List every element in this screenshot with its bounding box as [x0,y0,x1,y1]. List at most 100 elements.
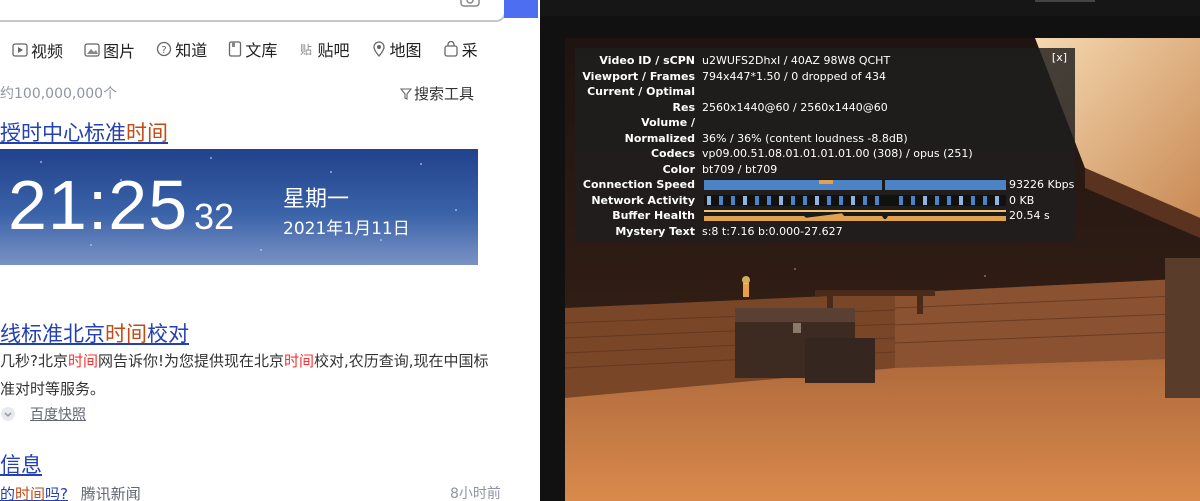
stats-value: 2560x1440@60 / 2560x1440@60 [702,100,888,114]
stats-row: Color bt709 / bt709 [575,162,1075,177]
stats-for-nerds-panel: [x] Video ID / sCPN u2WUFS2DhxI / 40AZ 98… [575,48,1075,242]
stats-row: Buffer Health 20.54 s [575,208,1075,223]
search-button[interactable] [504,0,538,18]
stats-row: Video ID / sCPN u2WUFS2DhxI / 40AZ 98W8 Q… [575,53,1075,68]
search-results-page: 视频 图片 ? 知道 文库 贴 贴吧 地图 采 约100,000,000个 搜索… [0,0,538,501]
stats-key: Viewport / Frames [582,69,695,83]
tab-label: 知道 [175,41,208,60]
stats-key: Video ID / sCPN [599,54,695,67]
snippet-text: 网告诉你!为您提供现在北京 [97,352,284,370]
stats-key: Normalized [624,131,695,145]
stats-key: Res [672,100,695,114]
stats-value: 36% / 36% (content loudness -8.8dB) [702,131,908,145]
stats-row: Res 2560x1440@60 / 2560x1440@60 [575,100,1075,115]
result-count: 约100,000,000个 [0,86,118,102]
stats-row: Current / Optimal [575,84,1075,99]
result-title-info[interactable]: 信息 [0,449,42,479]
tieba-icon: 贴 [300,43,312,57]
svg-text:?: ? [162,45,167,56]
clock-widget: 21:25 32 [0,149,478,265]
search-tools-button[interactable]: 搜索工具 [400,83,474,104]
title-text: 校对 [147,322,189,346]
map-pin-icon [372,41,385,57]
chevron-down-icon[interactable] [0,406,16,422]
stats-row: Mystery Text s:8 t:7.16 b:0.000-27.627 [575,224,1075,239]
svg-text:贴: 贴 [300,43,312,57]
snapshot-link[interactable]: 百度快照 [30,404,86,424]
stats-value: 93226 Kbps [1009,178,1075,191]
tab-label: 贴吧 [317,41,350,60]
snippet-text: 校对,农历查询,现在中国标 [314,352,489,370]
stats-row: Viewport / Frames 794x447*1.50 / 0 droppe… [575,69,1075,84]
stats-row: Network Activity 0 KB [575,193,1075,208]
tab-label: 视频 [31,42,64,61]
result-title-beijing-time[interactable]: 线标准北京时间校对 [0,318,189,348]
video-player-panel: [x] Video ID / sCPN u2WUFS2DhxI / 40AZ 98… [540,0,1200,501]
news-highlight: 时间 [15,485,46,501]
title-text: 线标准北京 [0,322,105,346]
snippet-highlight: 时间 [284,352,315,370]
tab-video[interactable]: 视频 [12,38,63,62]
stats-key: Volume / [641,116,695,129]
filter-icon [400,87,412,100]
search-tools-label: 搜索工具 [414,85,475,103]
title-highlight: 时间 [126,121,168,145]
news-question-link[interactable]: 的时间吗? [0,485,68,501]
clock-time: 21:25 [8,166,189,244]
stats-value: vp09.00.51.08.01.01.01.01.00 (308) / opu… [702,147,973,160]
tab-shopping[interactable]: 采 [443,37,478,61]
clock-seconds: 32 [194,196,235,237]
question-icon: ? [157,41,172,57]
snippet-text: 几秒?北京 [0,352,68,370]
snippet-text: 准对时等服务。 [0,380,106,398]
stats-value: 794x447*1.50 / 0 dropped of 434 [702,69,886,83]
tab-map[interactable]: 地图 [371,37,422,61]
stats-key: Network Activity [591,193,695,207]
stats-key: Mystery Text [615,224,695,238]
result-title-time-center[interactable]: 授时中心标准时间 [0,117,168,147]
stats-graph [704,194,1006,206]
tab-label: 文库 [245,41,278,60]
search-tabs: 视频 图片 ? 知道 文库 贴 贴吧 地图 采 [12,37,494,62]
news-timestamp: 8小时前 [450,486,501,501]
tab-label: 图片 [103,42,136,61]
snapshot-row: 百度快照 [0,404,86,424]
stats-row: Normalized 36% / 36% (content loudness -8… [575,131,1075,146]
image-icon [84,43,100,57]
clock-weekday: 星期一 [283,187,350,212]
stats-key: Buffer Health [612,209,695,222]
news-source: 腾讯新闻 [80,485,141,501]
clock-date: 2021年1月11日 [283,219,410,239]
tab-label: 地图 [389,41,422,60]
title-text: 信息 [0,453,42,477]
tab-images[interactable]: 图片 [84,38,135,62]
stats-key: Codecs [650,147,695,160]
bag-icon [444,41,458,57]
document-icon [229,41,242,57]
title-text: 授时中心标准 [0,121,126,145]
stats-value: u2WUFS2DhxI / 40AZ 98W8 QCHT [702,54,891,67]
tab-label: 采 [461,41,478,60]
video-icon [12,43,28,57]
player-top-bar [540,0,1200,16]
stats-value: bt709 / bt709 [702,162,778,176]
news-line: 的时间吗? 腾讯新闻 [0,483,141,501]
news-text: 吗? [45,485,68,501]
stats-row: Codecs vp09.00.51.08.01.01.01.01.00 (308)… [575,146,1075,161]
stats-value: s:8 t:7.16 b:0.000-27.627 [702,224,843,238]
stats-key: Current / Optimal [587,85,695,98]
stats-value: 20.54 s [1009,209,1050,222]
tab-wenku[interactable]: 文库 [228,37,277,61]
tab-zhidao[interactable]: ? 知道 [156,37,207,61]
stats-key: Connection Speed [582,178,695,191]
stats-row: Connection Speed 93226 Kbps [575,177,1075,192]
result-snippet: 几秒?北京时间网告诉你!为您提供现在北京时间校对,农历查询,现在中国标 准对时等… [0,347,500,403]
title-highlight: 时间 [105,322,147,346]
stats-graph [704,210,1006,221]
video-frame[interactable]: [x] Video ID / sCPN u2WUFS2DhxI / 40AZ 98… [565,38,1200,501]
news-text: 的 [0,485,16,501]
stats-key: Color [662,162,695,176]
tab-tieba[interactable]: 贴 贴吧 [298,37,349,61]
search-input[interactable] [0,0,506,22]
camera-icon[interactable] [460,0,480,8]
